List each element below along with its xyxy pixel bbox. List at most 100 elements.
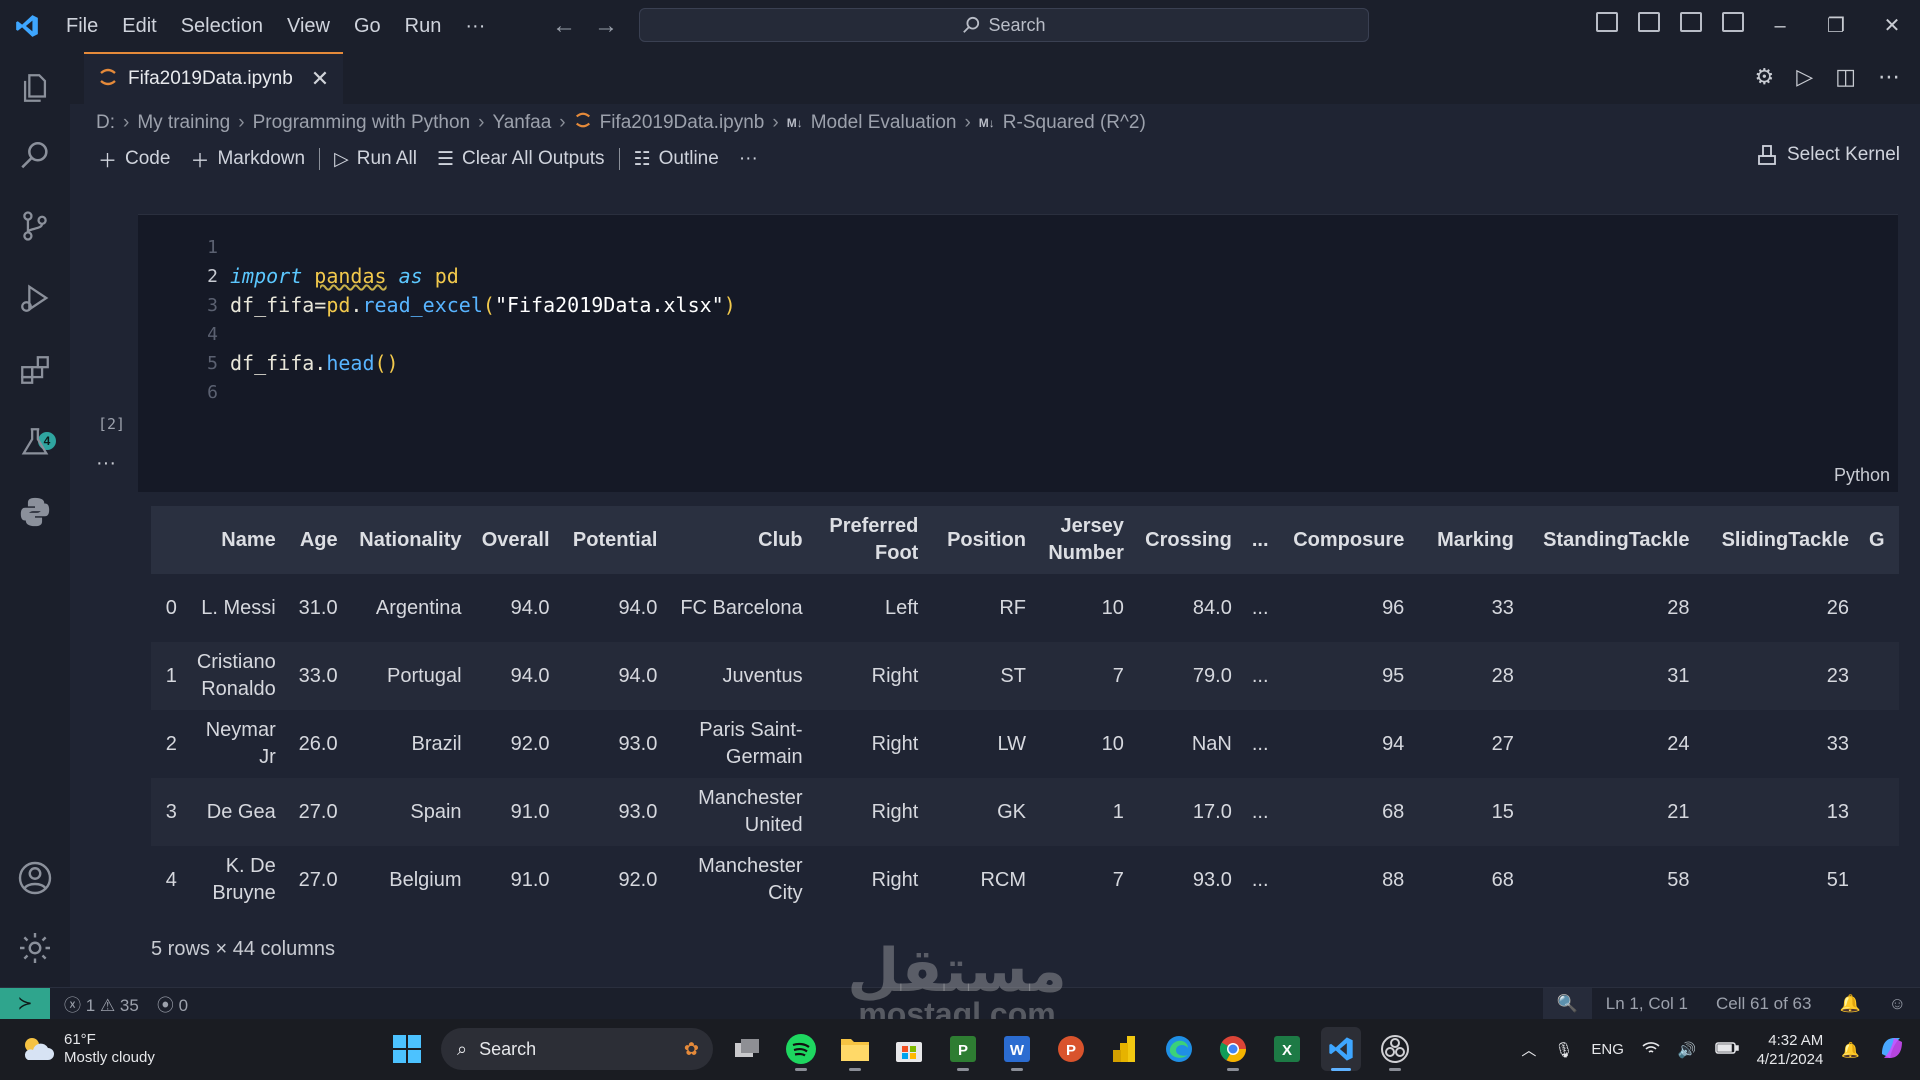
windows-start-icon[interactable] <box>387 1027 427 1071</box>
nav-arrows: ← → <box>552 0 618 52</box>
search-sidebar-icon[interactable] <box>15 136 55 176</box>
file-explorer-icon[interactable] <box>835 1027 875 1071</box>
edge-icon[interactable] <box>1159 1027 1199 1071</box>
chevron-up-icon[interactable]: ︿ <box>1521 1039 1536 1060</box>
code-editor[interactable]: import pandas as pd df_fifa=pd.read_exce… <box>230 233 736 407</box>
breadcrumb-item[interactable]: My training <box>137 112 230 134</box>
explorer-icon[interactable] <box>15 68 55 108</box>
remote-icon[interactable]: ≻ <box>0 987 50 1020</box>
menu-go[interactable]: Go <box>342 0 393 52</box>
copilot-icon[interactable] <box>1878 1034 1906 1066</box>
table-cell: 79.0 <box>1133 642 1242 710</box>
clear-all-outputs-label: Clear All Outputs <box>461 148 605 169</box>
breadcrumb-item[interactable]: Yanfaa <box>492 112 551 134</box>
vscode-taskbar-icon[interactable] <box>1321 1027 1361 1071</box>
cursor-position[interactable]: Ln 1, Col 1 <box>1592 994 1702 1014</box>
tab-notebook[interactable]: Fifa2019Data.ipynb ✕ <box>84 52 344 104</box>
back-arrow-icon[interactable]: ← <box>552 12 576 40</box>
breadcrumb-item[interactable]: R-Squared (R^2) <box>1003 112 1146 134</box>
menu-more[interactable]: ··· <box>453 0 497 52</box>
split-editor-icon[interactable]: ◫ <box>1835 64 1856 90</box>
title-bar: File Edit Selection View Go Run ··· ← → … <box>0 0 1920 52</box>
column-header: Potential <box>559 506 668 574</box>
add-code-label: Code <box>125 148 171 169</box>
wifi-icon[interactable] <box>1642 1040 1660 1060</box>
feedback-icon[interactable]: ☺ <box>1875 994 1920 1014</box>
table-cell: GK <box>928 778 1036 846</box>
bell-icon[interactable]: 🔔 <box>1825 994 1874 1014</box>
menu-run[interactable]: Run <box>393 0 454 52</box>
gear-icon[interactable]: ⚙ <box>1755 64 1775 90</box>
toggle-secondary-sidebar-icon[interactable] <box>1680 12 1702 32</box>
run-all-button[interactable]: ▷ Run All <box>324 148 427 171</box>
select-kernel-button[interactable]: Select Kernel <box>1757 144 1900 166</box>
zoom-icon[interactable]: 🔍 <box>1542 988 1592 1020</box>
microsoft-store-icon[interactable] <box>889 1027 929 1071</box>
spotify-icon[interactable] <box>781 1027 821 1071</box>
vscode-logo-icon <box>0 0 54 52</box>
power-bi-icon[interactable] <box>1105 1027 1145 1071</box>
battery-icon[interactable] <box>1714 1041 1739 1059</box>
taskbar-search[interactable]: ⌕ Search ✿ <box>441 1028 713 1070</box>
close-window-icon[interactable]: ✕ <box>1864 0 1920 52</box>
more-actions-icon[interactable]: ⋯ <box>1878 64 1900 90</box>
menu-edit[interactable]: Edit <box>110 0 168 52</box>
ports-indicator[interactable]: ⦿ 0 <box>157 991 188 1016</box>
testing-icon[interactable] <box>15 422 55 462</box>
settings-gear-icon[interactable] <box>15 928 55 968</box>
forward-arrow-icon[interactable]: → <box>594 12 618 40</box>
add-code-button[interactable]: ＋ Code <box>88 146 180 173</box>
menu-file[interactable]: File <box>54 0 110 52</box>
customize-layout-icon[interactable] <box>1722 12 1744 32</box>
volume-icon[interactable]: 🔊 <box>1678 1041 1697 1059</box>
microphone-icon[interactable]: 🎙 <box>1554 1041 1573 1059</box>
error-icon: ⓧ <box>64 996 81 1015</box>
code-line: df_fifa.head() <box>230 351 399 375</box>
toggle-panel-icon[interactable] <box>1638 12 1660 32</box>
account-icon[interactable] <box>15 858 55 898</box>
input-language[interactable]: ENG <box>1591 1041 1624 1058</box>
extensions-icon[interactable] <box>15 350 55 390</box>
project-icon[interactable]: P <box>943 1027 983 1071</box>
breadcrumb-item[interactable]: D: <box>96 112 115 134</box>
source-control-icon[interactable] <box>15 206 55 246</box>
minimize-icon[interactable]: – <box>1752 0 1808 52</box>
status-left: ⓧ 1 ⚠ 35 ⦿ 0 <box>64 991 188 1016</box>
clear-all-outputs-button[interactable]: ☰ Clear All Outputs <box>427 148 615 171</box>
problems-indicator[interactable]: ⓧ 1 ⚠ 35 <box>64 991 139 1016</box>
cell-position[interactable]: Cell 61 of 63 <box>1702 994 1825 1014</box>
breadcrumb-item[interactable]: Fifa2019Data.ipynb <box>600 112 765 134</box>
excel-icon[interactable]: X <box>1267 1027 1307 1071</box>
table-row: 2 Neymar Jr 26.0 Brazil 92.0 93.0 Paris Saint-… <box>151 710 1899 778</box>
obs-icon[interactable] <box>1375 1027 1415 1071</box>
toggle-primary-sidebar-icon[interactable] <box>1596 12 1618 32</box>
toolbar-more-button[interactable]: ··· <box>729 148 768 170</box>
warning-count: 35 <box>119 996 139 1015</box>
code-cell[interactable]: 1 2 3 4 5 6 import pandas as pd df_fifa=… <box>138 214 1898 492</box>
table-cell: Portugal <box>347 642 472 710</box>
chrome-icon[interactable] <box>1213 1027 1253 1071</box>
python-icon[interactable] <box>15 492 55 532</box>
run-icon[interactable]: ▷ <box>1796 64 1813 90</box>
table-cell: 10 <box>1035 710 1134 778</box>
menu-selection[interactable]: Selection <box>169 0 275 52</box>
table-cell: 68 <box>1278 778 1415 846</box>
powerpoint-icon[interactable]: P <box>1051 1027 1091 1071</box>
weather-widget[interactable]: 61°F Mostly cloudy <box>20 1031 155 1067</box>
outline-button[interactable]: ☷ Outline <box>624 148 729 171</box>
command-center-search[interactable]: Search <box>639 8 1369 42</box>
restore-icon[interactable]: ❐ <box>1808 0 1864 52</box>
word-icon[interactable]: W <box>997 1027 1037 1071</box>
task-view-icon[interactable] <box>727 1027 767 1071</box>
clock[interactable]: 4:32 AM 4/21/2024 <box>1757 1031 1824 1069</box>
table-cell: Right <box>812 778 929 846</box>
add-markdown-button[interactable]: ＋ Markdown <box>180 146 315 173</box>
run-debug-icon[interactable] <box>15 278 55 318</box>
output-more-button[interactable]: ··· <box>96 452 116 475</box>
breadcrumb-item[interactable]: Model Evaluation <box>811 112 957 134</box>
notification-bell-icon[interactable]: 🔔 <box>1841 1041 1860 1059</box>
breadcrumb-item[interactable]: Programming with Python <box>253 112 471 134</box>
cell-language[interactable]: Python <box>1834 465 1890 486</box>
menu-view[interactable]: View <box>275 0 342 52</box>
close-tab-icon[interactable]: ✕ <box>311 66 329 92</box>
